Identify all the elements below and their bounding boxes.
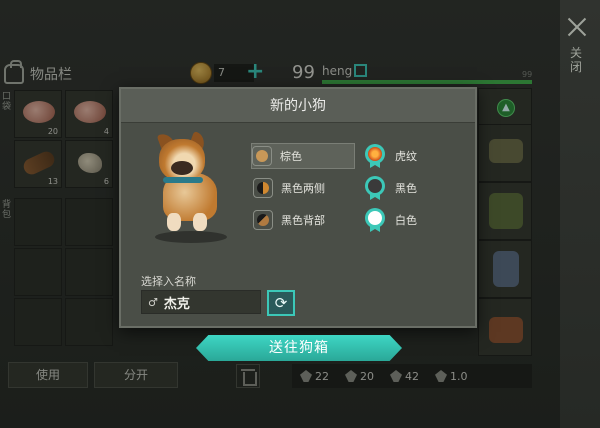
dialog-title: 新的小狗 [121, 89, 475, 123]
close-label[interactable]: 关闭 [570, 46, 584, 74]
send-to-kennel-button[interactable]: 送往狗箱 [196, 335, 402, 361]
fur-swatch-icon [253, 210, 273, 230]
close-icon[interactable] [566, 16, 588, 38]
name-prompt: 选择入名称 [141, 275, 196, 288]
puppy-image [149, 131, 231, 243]
fur-color-black-sides[interactable]: 黑色两侧 [253, 175, 325, 201]
pattern-label: 白色 [395, 214, 417, 227]
pattern-tiger[interactable]: 虎纹 [365, 143, 417, 169]
pattern-label: 虎纹 [395, 150, 417, 163]
fur-color-brown[interactable]: 棕色 [251, 143, 355, 169]
male-icon: ♂ [148, 295, 158, 309]
fur-color-label: 黑色两侧 [281, 182, 325, 195]
dog-name-field[interactable]: ♂ 杰克 [141, 290, 261, 314]
refresh-name-button[interactable]: ⟳ [267, 290, 295, 316]
pattern-black[interactable]: 黑色 [365, 175, 417, 201]
black-badge-icon [365, 176, 385, 200]
fur-color-black-back[interactable]: 黑色背部 [253, 207, 325, 233]
pattern-label: 黑色 [395, 182, 417, 195]
fur-swatch-icon [253, 178, 273, 198]
new-puppy-dialog: 新的小狗 棕色 黑色两侧 黑色背部 虎纹 黑色 白色 选择入名称 ♂ 杰克 ⟳ [119, 87, 477, 328]
fur-color-label: 棕色 [280, 150, 302, 163]
dog-name-value: 杰克 [163, 296, 190, 312]
pattern-white[interactable]: 白色 [365, 207, 417, 233]
dialog-body: 棕色 黑色两侧 黑色背部 虎纹 黑色 白色 [121, 123, 475, 263]
white-badge-icon [365, 208, 385, 232]
fur-color-label: 黑色背部 [281, 214, 325, 227]
tiger-badge-icon [365, 144, 385, 168]
fur-swatch-icon [252, 146, 272, 166]
